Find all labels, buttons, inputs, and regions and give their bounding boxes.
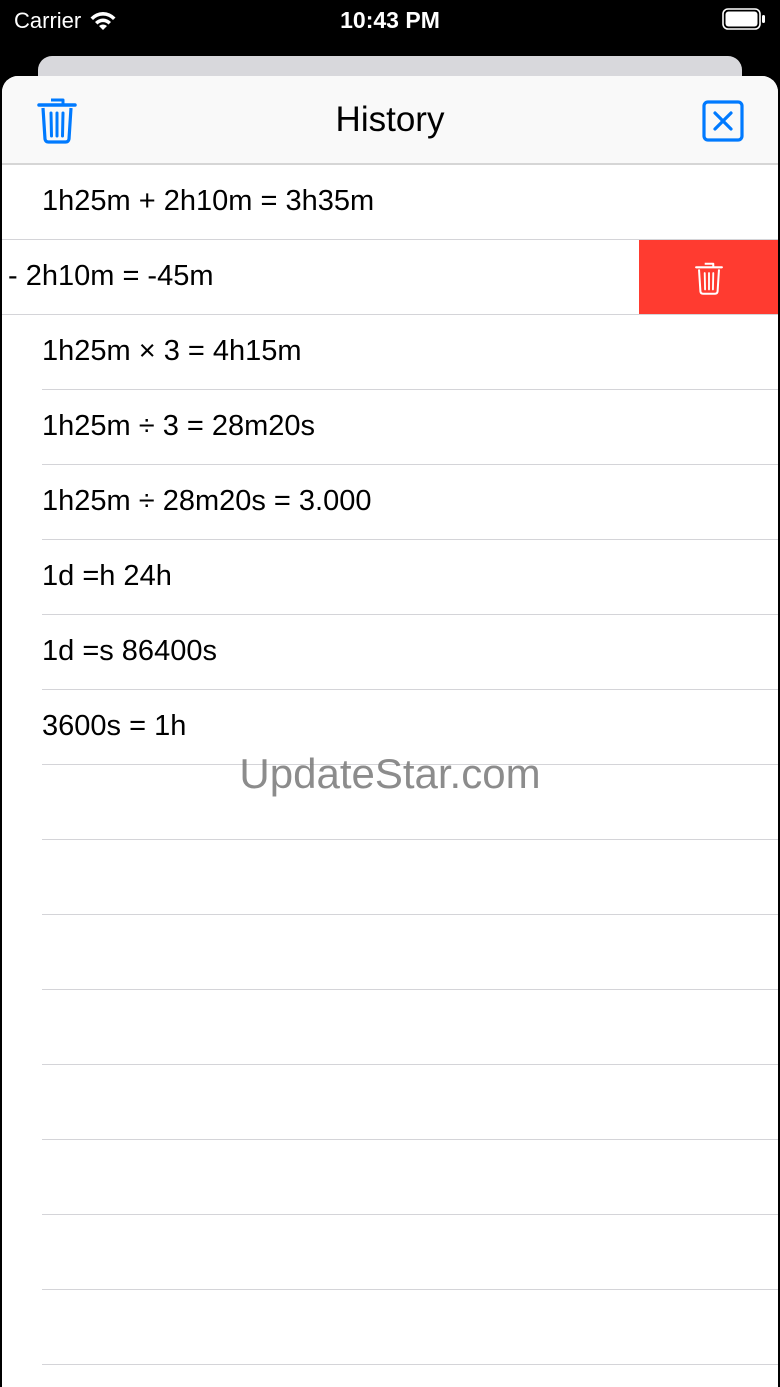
empty-row — [2, 1215, 778, 1290]
history-entry-text: 1d =s 86400s — [42, 635, 217, 667]
history-entry-text: 1h25m ÷ 3 = 28m20s — [42, 410, 316, 442]
history-entry-text: 1h25m × 3 = 4h15m — [42, 335, 302, 367]
history-row-swiped[interactable]: - 2h10m = -45m — [2, 239, 778, 315]
history-entry-text: 1d =h 24h — [42, 560, 172, 592]
page-title: History — [335, 100, 445, 139]
close-box-icon — [702, 100, 744, 142]
empty-row — [2, 1140, 778, 1215]
empty-row — [2, 1065, 778, 1140]
history-sheet: History 1h25m + 2h10m = 3h35m - 2h10m = … — [2, 76, 778, 1387]
empty-row — [2, 915, 778, 990]
trash-icon — [694, 262, 723, 295]
status-bar: Carrier 10:43 PM — [0, 0, 780, 56]
history-entry-text: - 2h10m = -45m — [8, 260, 214, 292]
history-row[interactable]: 1h25m + 2h10m = 3h35m — [2, 165, 778, 240]
delete-row-button[interactable] — [639, 240, 778, 315]
history-entry-text: 3600s = 1h — [42, 710, 187, 742]
clock: 10:43 PM — [340, 7, 440, 33]
empty-row — [2, 840, 778, 915]
history-row[interactable]: 1h25m × 3 = 4h15m — [2, 315, 778, 390]
history-entry-text: 1h25m + 2h10m = 3h35m — [42, 185, 375, 217]
battery-icon — [722, 8, 765, 30]
empty-row — [2, 1290, 778, 1365]
history-row[interactable]: 1d =s 86400s — [2, 615, 778, 690]
empty-row — [2, 765, 778, 840]
close-button[interactable] — [702, 100, 744, 142]
history-row[interactable]: 3600s = 1h — [2, 690, 778, 765]
history-row[interactable]: 1d =h 24h — [2, 540, 778, 615]
navigation-bar: History — [2, 76, 778, 165]
history-list: 1h25m + 2h10m = 3h35m - 2h10m = -45m 1h2… — [2, 165, 778, 1365]
empty-row — [2, 990, 778, 1065]
history-row[interactable]: 1h25m ÷ 3 = 28m20s — [2, 390, 778, 465]
history-row[interactable]: 1h25m ÷ 28m20s = 3.000 — [2, 465, 778, 540]
row-divider — [42, 1364, 778, 1365]
history-entry-text: 1h25m ÷ 28m20s = 3.000 — [42, 485, 372, 517]
